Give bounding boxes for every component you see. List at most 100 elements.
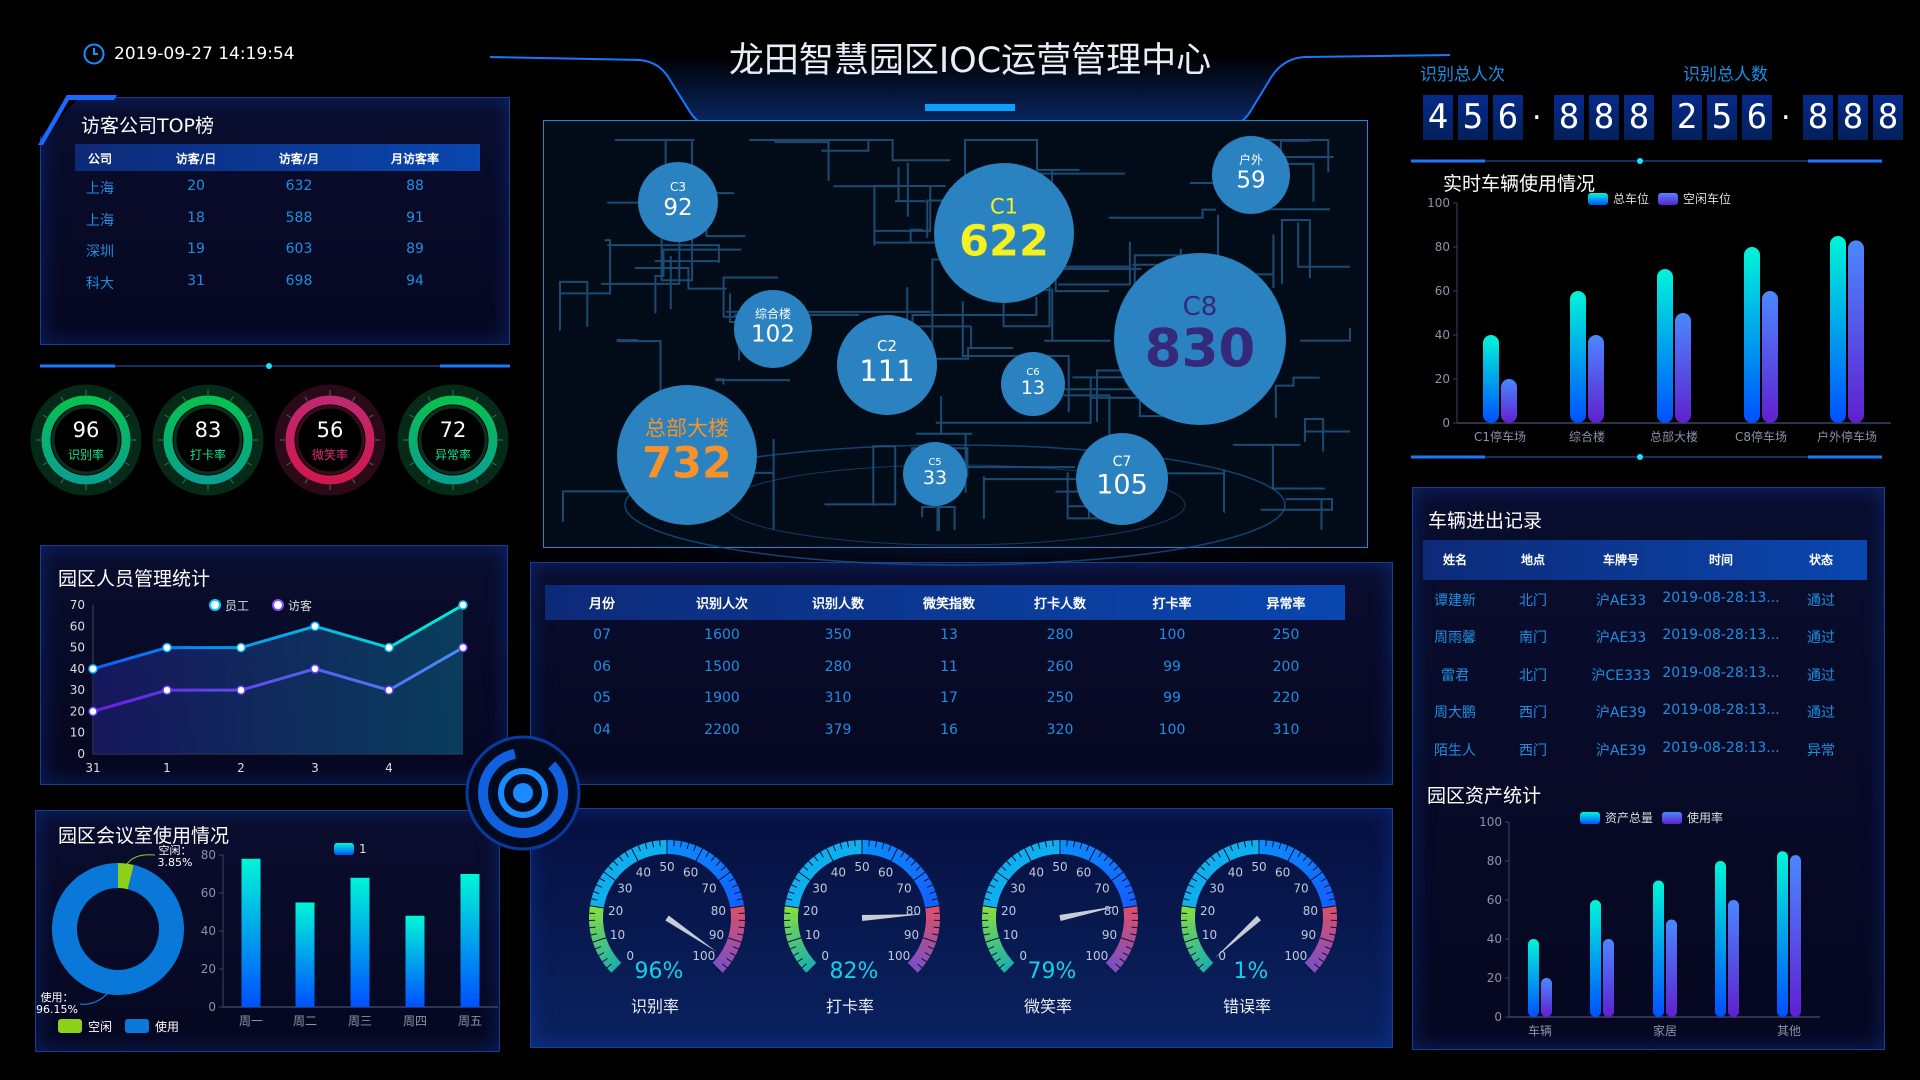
y-tick-label: 60: [70, 619, 85, 633]
bubble-name: C2: [877, 337, 897, 355]
legend-label: 空闲车位: [1683, 191, 1731, 206]
gauge-scale-label: 100: [1284, 949, 1307, 963]
gauge-scale-label: 10: [1202, 928, 1217, 942]
legend-label: 总车位: [1613, 191, 1649, 206]
gauge-scale-label: 30: [617, 881, 632, 895]
y-tick-label: 20: [1435, 372, 1450, 386]
y-tick-label: 40: [70, 662, 85, 676]
y-tick-label: 80: [201, 848, 216, 862]
x-tick-label: 周二: [293, 1014, 317, 1028]
bubble-value: 732: [642, 438, 732, 488]
gauge-value: 79%: [1028, 959, 1077, 984]
bar[interactable]: [1541, 978, 1552, 1017]
bar[interactable]: [1501, 379, 1517, 423]
center-knob[interactable]: [463, 733, 583, 853]
bar[interactable]: [1666, 919, 1677, 1018]
bar[interactable]: [1830, 236, 1846, 423]
bubble-name: 户外: [1239, 152, 1263, 167]
data-point[interactable]: [310, 664, 320, 674]
bar[interactable]: [1744, 247, 1760, 423]
gauge-scale-label: 20: [608, 904, 623, 918]
y-tick-label: 100: [1479, 815, 1502, 829]
data-point[interactable]: [458, 642, 468, 653]
x-tick-label: 家居: [1653, 1023, 1677, 1038]
data-point[interactable]: [236, 685, 246, 695]
gauge-label: 错误率: [1223, 997, 1271, 1016]
bar[interactable]: [1590, 900, 1601, 1017]
y-tick-label: 80: [1487, 854, 1502, 868]
ring-label: 微笑率: [312, 447, 348, 462]
gauge-scale-label: 30: [1209, 881, 1224, 895]
bar[interactable]: [241, 858, 261, 1007]
gauge-scale-label: 20: [1200, 904, 1215, 918]
bar[interactable]: [295, 902, 315, 1008]
gauge-label: 微笑率: [1024, 997, 1072, 1016]
bar[interactable]: [1728, 900, 1739, 1017]
bubble-name: C1: [990, 194, 1018, 218]
data-point[interactable]: [310, 621, 320, 632]
data-point[interactable]: [88, 664, 98, 674]
gauge-label: 识别率: [631, 997, 679, 1016]
gauge-scale-label: 40: [1228, 866, 1243, 880]
ring-value: 83: [195, 418, 222, 442]
gauge-scale-label: 30: [1010, 881, 1025, 895]
x-tick-label: C1停车场: [1474, 429, 1526, 444]
gauge-scale-label: 60: [683, 866, 698, 880]
legend-label: 1: [359, 842, 367, 856]
bubble-value: 59: [1236, 167, 1265, 193]
bar[interactable]: [1483, 335, 1499, 423]
y-tick-label: 20: [1487, 971, 1502, 985]
ring-label: 打卡率: [190, 447, 226, 462]
slice-pct: 96.15%: [36, 1003, 78, 1016]
ring-label: 识别率: [68, 447, 104, 462]
data-point[interactable]: [88, 706, 98, 717]
bar[interactable]: [350, 877, 370, 1007]
bar[interactable]: [1675, 313, 1691, 423]
y-tick-label: 40: [1487, 932, 1502, 946]
bar[interactable]: [1762, 291, 1778, 423]
data-point[interactable]: [236, 642, 246, 653]
gauge-scale-label: 90: [1102, 928, 1117, 942]
gauge-scale-label: 90: [904, 928, 919, 942]
x-tick-label: 综合楼: [1569, 429, 1605, 444]
bar[interactable]: [1777, 851, 1788, 1017]
legend-swatch: [1580, 812, 1600, 824]
gauge-scale-label: 20: [1001, 904, 1016, 918]
gauge-scale-label: 30: [812, 881, 827, 895]
bar[interactable]: [1653, 880, 1664, 1018]
data-point[interactable]: [384, 685, 394, 695]
data-point[interactable]: [458, 600, 468, 610]
gauge-scale-label: 100: [887, 949, 910, 963]
gauge-scale-label: 10: [805, 928, 820, 942]
bar[interactable]: [1603, 939, 1614, 1017]
gauge-value: 82%: [830, 959, 879, 984]
bubble-value: 830: [1145, 319, 1256, 380]
legend-marker: [272, 599, 284, 611]
data-point[interactable]: [162, 642, 172, 653]
legend-label: 访客: [288, 598, 312, 613]
x-tick-label: 户外停车场: [1817, 429, 1877, 444]
bar[interactable]: [460, 874, 480, 1007]
x-tick-label: 31: [85, 761, 100, 775]
data-point[interactable]: [162, 685, 172, 695]
gauge-scale-label: 60: [1076, 866, 1091, 880]
bubble-name: C7: [1113, 454, 1132, 470]
gauge-scale-label: 90: [709, 928, 724, 942]
bar[interactable]: [1570, 291, 1586, 423]
gauge-scale-label: 70: [1094, 881, 1109, 895]
bar[interactable]: [405, 915, 425, 1007]
bar[interactable]: [1657, 269, 1673, 423]
y-tick-label: 0: [1442, 416, 1450, 430]
bubble-value: 111: [859, 354, 914, 388]
x-tick-label: 其他: [1777, 1024, 1801, 1038]
gauge-scale-label: 60: [878, 866, 893, 880]
bar[interactable]: [1528, 939, 1539, 1017]
y-tick-label: 20: [201, 962, 216, 976]
bar[interactable]: [1848, 240, 1864, 423]
bar[interactable]: [1790, 855, 1801, 1017]
bar[interactable]: [1715, 861, 1726, 1017]
gauge-scale-label: 100: [1085, 949, 1108, 963]
bar[interactable]: [1588, 335, 1604, 423]
data-point[interactable]: [384, 642, 394, 653]
y-tick-label: 60: [1435, 284, 1450, 298]
